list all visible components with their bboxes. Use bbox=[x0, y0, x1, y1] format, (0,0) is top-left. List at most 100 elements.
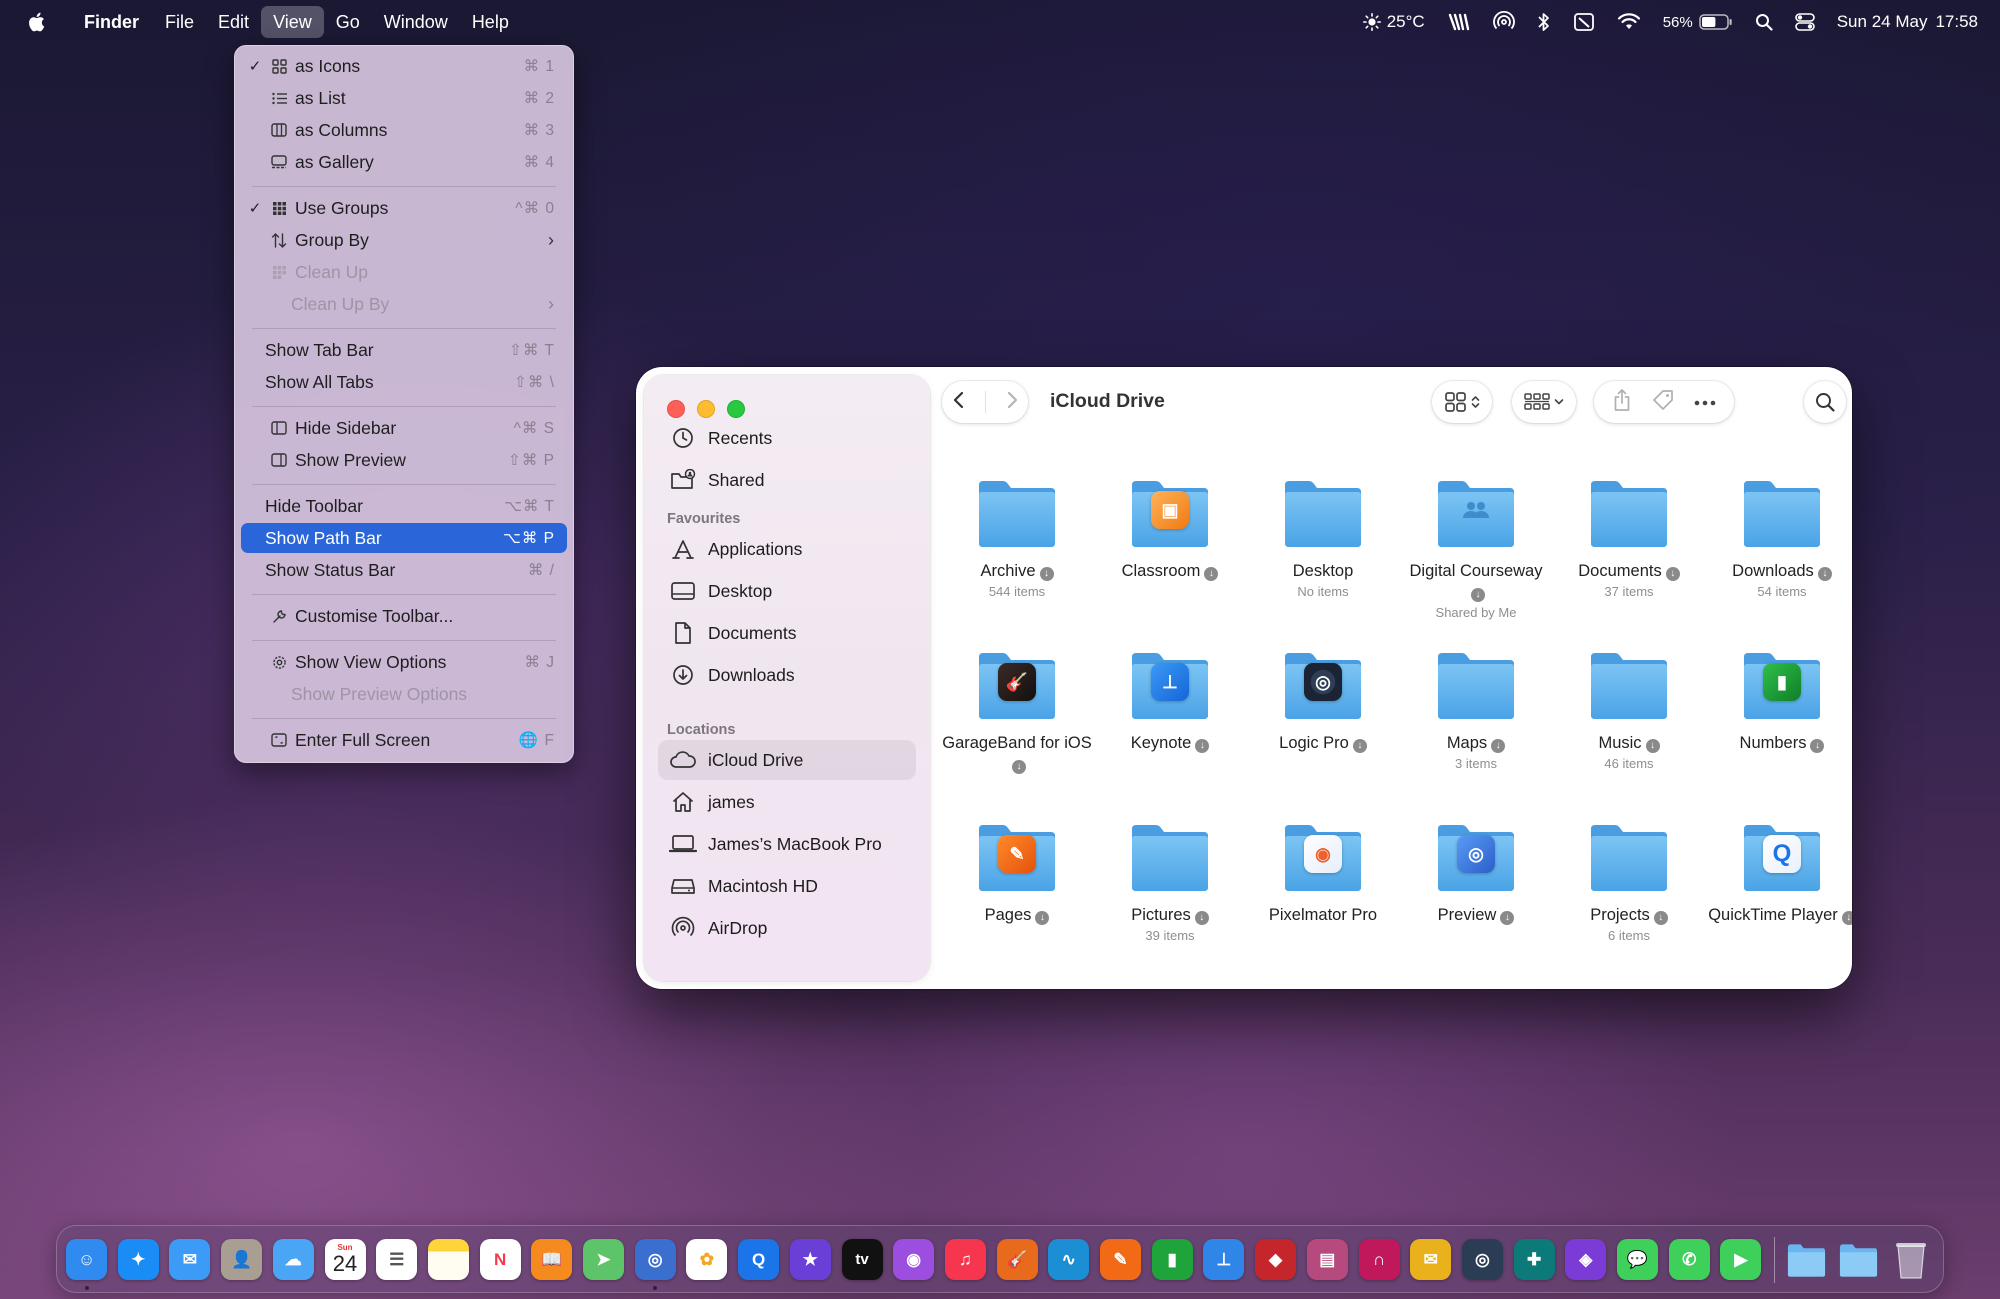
focus-icon[interactable] bbox=[1573, 12, 1595, 32]
folder-item-pages[interactable]: ✎ Pages ↓ bbox=[942, 821, 1092, 926]
tag-button[interactable] bbox=[1651, 388, 1675, 417]
clapper-icon[interactable]: ▤ bbox=[1306, 1239, 1348, 1280]
icloud-download-icon[interactable]: ↓ bbox=[1352, 739, 1367, 753]
folder-item-pixelmator-pro[interactable]: ◉ Pixelmator Pro bbox=[1248, 821, 1398, 926]
news-icon[interactable]: N bbox=[479, 1239, 521, 1280]
sidebar-item-recents[interactable]: Recents bbox=[658, 418, 916, 458]
icloud-download-icon[interactable]: ↓ bbox=[1817, 567, 1832, 581]
sidebar-item-shared[interactable]: Shared bbox=[658, 460, 916, 500]
back-button[interactable] bbox=[952, 390, 966, 415]
icloud-download-icon[interactable]: ↓ bbox=[1653, 911, 1668, 925]
icloud-download-icon[interactable]: ↓ bbox=[1035, 911, 1050, 925]
icloud-download-icon[interactable]: ↓ bbox=[1471, 588, 1485, 602]
mail-star-icon[interactable]: ✉ bbox=[1410, 1239, 1452, 1280]
search-button[interactable] bbox=[1804, 381, 1846, 423]
menu-item-hide-sidebar[interactable]: Hide Sidebar ^⌘ S bbox=[241, 413, 567, 443]
group-mode-button[interactable] bbox=[1512, 381, 1576, 423]
notes-icon[interactable] bbox=[427, 1239, 469, 1280]
icloud-download-icon[interactable]: ↓ bbox=[1500, 911, 1515, 925]
finder-icon[interactable]: ☺ bbox=[66, 1239, 107, 1280]
share-button[interactable] bbox=[1612, 388, 1632, 417]
appletv-icon[interactable]: tv bbox=[841, 1239, 883, 1280]
folder-item-numbers[interactable]: ▮ Numbers ↓ bbox=[1707, 649, 1852, 754]
sidebar-item-macintosh-hd[interactable]: Macintosh HD bbox=[658, 866, 916, 906]
folder-item-garageband-for-ios[interactable]: 🎸 GarageBand for iOS ↓ bbox=[942, 649, 1092, 775]
icloud-download-icon[interactable]: ↓ bbox=[1195, 739, 1210, 753]
trash-icon[interactable] bbox=[1890, 1239, 1931, 1280]
folder-item-preview[interactable]: ◎ Preview ↓ bbox=[1401, 821, 1551, 926]
menu-item-show-status-bar[interactable]: Show Status Bar ⌘ / bbox=[241, 555, 567, 585]
apple-logo-icon[interactable] bbox=[26, 11, 46, 33]
folder-item-keynote[interactable]: ⊥ Keynote ↓ bbox=[1095, 649, 1245, 754]
menu-item-as-columns[interactable]: as Columns ⌘ 3 bbox=[241, 115, 567, 145]
shortcuts-icon[interactable]: ◈ bbox=[1565, 1239, 1607, 1280]
menu-item-as-icons[interactable]: ✓ as Icons ⌘ 1 bbox=[241, 51, 567, 81]
menu-item-show-tab-bar[interactable]: Show Tab Bar ⇧⌘ T bbox=[241, 335, 567, 365]
music-icon[interactable]: ♫ bbox=[944, 1239, 986, 1280]
calendar-icon[interactable]: Sun 24 bbox=[324, 1239, 366, 1280]
messages-icon[interactable]: 💬 bbox=[1617, 1239, 1658, 1280]
menu-view[interactable]: View bbox=[261, 6, 324, 38]
affinity-icon[interactable]: ∩ bbox=[1358, 1239, 1400, 1280]
sidebar-item-macbook-pro[interactable]: James’s MacBook Pro bbox=[658, 824, 916, 864]
sidebar-item-applications[interactable]: Applications bbox=[658, 529, 916, 569]
airdrop-icon[interactable] bbox=[1492, 11, 1515, 33]
view-mode-button[interactable] bbox=[1432, 381, 1492, 423]
preview-icon[interactable]: ◎ bbox=[634, 1239, 676, 1280]
menu-item-show-all-tabs[interactable]: Show All Tabs ⇧⌘ \ bbox=[241, 367, 567, 397]
menu-window[interactable]: Window bbox=[372, 6, 460, 38]
garageband-icon[interactable]: 🎸 bbox=[996, 1239, 1038, 1280]
battery-status[interactable]: 56% bbox=[1663, 14, 1733, 31]
logic-icon[interactable]: ◎ bbox=[1461, 1239, 1503, 1280]
folder-item-archive[interactable]: Archive ↓ 544 items bbox=[942, 477, 1092, 599]
menu-go[interactable]: Go bbox=[324, 6, 372, 38]
phone-icon[interactable]: ✆ bbox=[1668, 1239, 1710, 1280]
menu-item-customise-toolbar[interactable]: Customise Toolbar... bbox=[241, 601, 567, 631]
safari-icon[interactable]: ✦ bbox=[117, 1239, 159, 1280]
menu-edit[interactable]: Edit bbox=[206, 6, 261, 38]
icloud-download-icon[interactable]: ↓ bbox=[1841, 911, 1852, 925]
menu-item-use-groups[interactable]: ✓ Use Groups ^⌘ 0 bbox=[241, 193, 567, 223]
aggregate-icon[interactable] bbox=[1447, 12, 1471, 32]
downloads-folder-icon[interactable] bbox=[1838, 1239, 1879, 1280]
maps-icon[interactable]: ➤ bbox=[583, 1239, 624, 1280]
icloud-download-icon[interactable]: ↓ bbox=[1810, 739, 1825, 753]
folder-item-maps[interactable]: Maps ↓ 3 items bbox=[1401, 649, 1551, 771]
books-icon[interactable]: 📖 bbox=[531, 1239, 573, 1280]
menubar-date[interactable]: Sun 24 May bbox=[1837, 12, 1928, 32]
menu-item-as-list[interactable]: as List ⌘ 2 bbox=[241, 83, 567, 113]
pages-icon[interactable]: ✎ bbox=[1100, 1239, 1141, 1280]
folder-item-desktop[interactable]: Desktop No items bbox=[1248, 477, 1398, 599]
quicktime-icon[interactable]: Q bbox=[738, 1239, 780, 1280]
menu-help[interactable]: Help bbox=[460, 6, 521, 38]
control-center-icon[interactable] bbox=[1794, 13, 1815, 31]
icloud-icon[interactable]: ☁ bbox=[272, 1239, 314, 1280]
reminders-icon[interactable]: ☰ bbox=[376, 1239, 418, 1280]
stack-icon[interactable]: ◆ bbox=[1255, 1239, 1297, 1280]
folder-item-documents[interactable]: Documents ↓ 37 items bbox=[1554, 477, 1704, 599]
menu-app-finder[interactable]: Finder bbox=[72, 6, 151, 38]
sidebar-item-james[interactable]: james bbox=[658, 782, 916, 822]
mail-icon[interactable]: ✉ bbox=[169, 1239, 211, 1280]
numbers-icon[interactable]: ▮ bbox=[1151, 1239, 1193, 1280]
menu-item-show-view-options[interactable]: Show View Options ⌘ J bbox=[241, 647, 567, 677]
icloud-download-icon[interactable]: ↓ bbox=[1204, 567, 1219, 581]
app-teal-icon[interactable]: ✚ bbox=[1513, 1239, 1555, 1280]
sidebar-item-icloud-drive[interactable]: iCloud Drive bbox=[658, 740, 916, 780]
menu-item-as-gallery[interactable]: as Gallery ⌘ 4 bbox=[241, 147, 567, 177]
menu-item-group-by[interactable]: Group By › bbox=[241, 225, 567, 255]
sidebar-item-downloads[interactable]: Downloads bbox=[658, 655, 916, 695]
icloud-download-icon[interactable]: ↓ bbox=[1039, 567, 1054, 581]
menu-file[interactable]: File bbox=[153, 6, 206, 38]
search-icon[interactable] bbox=[1755, 13, 1773, 31]
folder-item-classroom[interactable]: ▣ Classroom ↓ bbox=[1095, 477, 1245, 582]
icloud-download-icon[interactable]: ↓ bbox=[1491, 739, 1506, 753]
imovie-icon[interactable]: ★ bbox=[789, 1239, 831, 1280]
facetime-icon[interactable]: ▶ bbox=[1720, 1239, 1762, 1280]
photos-icon[interactable]: ✿ bbox=[686, 1239, 728, 1280]
folder-item-music[interactable]: Music ↓ 46 items bbox=[1554, 649, 1704, 771]
folder-item-logic-pro[interactable]: ◎ Logic Pro ↓ bbox=[1248, 649, 1398, 754]
podcasts-icon[interactable]: ◉ bbox=[893, 1239, 935, 1280]
more-button[interactable] bbox=[1694, 393, 1716, 411]
bluetooth-icon[interactable] bbox=[1537, 12, 1551, 32]
